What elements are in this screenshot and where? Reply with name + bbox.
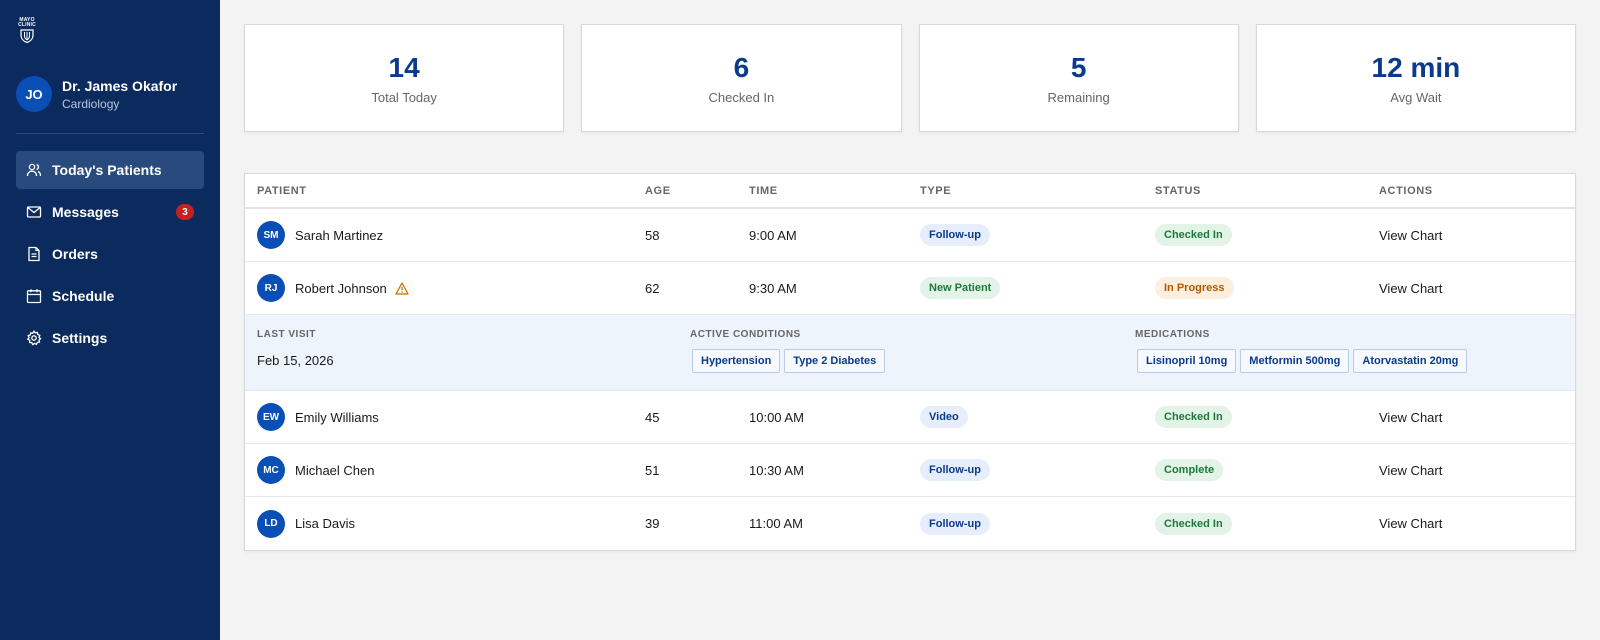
sidebar-item-label: Today's Patients <box>52 162 162 178</box>
medications-label: MEDICATIONS <box>1135 329 1210 340</box>
patient-name[interactable]: Michael Chen <box>295 463 375 478</box>
patient-name[interactable]: Emily Williams <box>295 410 379 425</box>
stat-value: 5 <box>1070 51 1087 83</box>
column-header-actions: ACTIONS <box>1379 184 1433 197</box>
messages-count-badge: 3 <box>176 204 194 220</box>
mail-icon <box>26 204 42 220</box>
visit-type-badge: Follow-up <box>920 459 990 481</box>
last-visit-date: Feb 15, 2026 <box>257 353 334 368</box>
view-chart-link[interactable]: View Chart <box>1379 516 1442 531</box>
visit-type-badge: Video <box>920 406 968 428</box>
patient-avatar: RJ <box>257 274 285 302</box>
medication-tag[interactable]: Metformin 500mg <box>1240 349 1350 373</box>
stat-card-avg-wait: 12 min Avg Wait <box>1255 24 1576 132</box>
warning-icon <box>395 281 409 295</box>
patient-detail-panel: LAST VISIT Feb 15, 2026 ACTIVE CONDITION… <box>245 315 1575 391</box>
patient-age: 62 <box>645 280 660 296</box>
appointment-time: 10:30 AM <box>749 462 804 478</box>
appointment-time: 9:30 AM <box>749 280 797 296</box>
patient-avatar: MC <box>257 456 285 484</box>
table-row[interactable]: SM Sarah Martinez 58 9:00 AM Follow-up C… <box>245 209 1575 262</box>
table-row[interactable]: MC Michael Chen 51 10:30 AM Follow-up Co… <box>245 444 1575 497</box>
stat-card-checked-in: 6 Checked In <box>581 24 902 132</box>
patient-age: 45 <box>645 409 660 425</box>
sidebar-item-orders[interactable]: Orders <box>16 235 204 273</box>
document-icon <box>26 246 42 262</box>
patient-age: 39 <box>645 516 660 531</box>
table-row[interactable]: RJ Robert Johnson 62 9:30 AM New Patient… <box>245 262 1575 315</box>
sidebar-item-todays-patients[interactable]: Today's Patients <box>16 151 204 189</box>
patient-avatar: EW <box>257 403 285 431</box>
view-chart-link[interactable]: View Chart <box>1379 281 1442 296</box>
shield-icon <box>20 29 34 43</box>
view-chart-link[interactable]: View Chart <box>1379 410 1442 425</box>
patients-table: PATIENT AGE TIME TYPE STATUS ACTIONS SM … <box>244 173 1576 551</box>
visit-type-badge: New Patient <box>920 277 1001 299</box>
stat-value: 6 <box>733 51 750 83</box>
patient-avatar: SM <box>257 221 285 249</box>
patient-name[interactable]: Lisa Davis <box>295 516 355 531</box>
status-badge: Complete <box>1155 459 1224 481</box>
column-header-patient[interactable]: PATIENT <box>245 185 645 197</box>
status-badge: Checked In <box>1155 224 1232 246</box>
patient-age: 58 <box>645 227 660 243</box>
sidebar-item-settings[interactable]: Settings <box>16 319 204 357</box>
appointment-time: 10:00 AM <box>749 409 804 425</box>
sidebar-item-label: Messages <box>52 204 119 220</box>
user-profile[interactable]: JO Dr. James Okafor Cardiology <box>16 76 177 112</box>
sidebar-item-label: Schedule <box>52 288 115 304</box>
stats-row: 14 Total Today 6 Checked In 5 Remaining … <box>244 24 1576 132</box>
status-badge: In Progress <box>1155 277 1234 299</box>
sidebar-item-schedule[interactable]: Schedule <box>16 277 204 315</box>
gear-icon <box>26 330 42 346</box>
column-header-time[interactable]: TIME <box>749 185 920 197</box>
stat-card-remaining: 5 Remaining <box>918 24 1239 132</box>
table-header: PATIENT AGE TIME TYPE STATUS ACTIONS <box>245 174 1575 209</box>
user-department: Cardiology <box>62 96 120 111</box>
status-badge: Checked In <box>1155 512 1232 535</box>
view-chart-link[interactable]: View Chart <box>1379 463 1442 478</box>
stat-value: 14 <box>388 51 420 83</box>
table-row[interactable]: LD Lisa Davis 39 11:00 AM Follow-up Chec… <box>245 497 1575 550</box>
visit-type-badge: Follow-up <box>920 224 990 246</box>
view-chart-link[interactable]: View Chart <box>1379 228 1442 243</box>
stat-card-total-today: 14 Total Today <box>244 24 565 132</box>
stat-label: Checked In <box>708 89 775 105</box>
medication-tag[interactable]: Lisinopril 10mg <box>1137 349 1237 373</box>
users-icon <box>26 162 42 178</box>
visit-type-badge: Follow-up <box>920 512 990 535</box>
patient-age: 51 <box>645 462 660 478</box>
sidebar-nav: Today's Patients Messages 3 Orders Sched… <box>16 151 204 361</box>
calendar-icon <box>26 288 42 304</box>
last-visit-label: LAST VISIT <box>257 329 316 340</box>
condition-tag[interactable]: Hypertension <box>692 349 781 373</box>
column-header-age[interactable]: AGE <box>645 185 749 197</box>
stat-label: Remaining <box>1047 89 1110 105</box>
logo-text: MAYO CLINIC <box>18 17 36 28</box>
stat-label: Total Today <box>371 89 437 105</box>
user-avatar: JO <box>16 76 52 112</box>
table-row[interactable]: EW Emily Williams 45 10:00 AM Video Chec… <box>245 391 1575 444</box>
stat-label: Avg Wait <box>1390 89 1442 105</box>
sidebar-divider <box>16 133 204 134</box>
stat-value: 12 min <box>1371 51 1461 83</box>
sidebar-item-label: Orders <box>52 246 98 262</box>
appointment-time: 9:00 AM <box>749 227 797 243</box>
patient-avatar: LD <box>257 509 285 538</box>
status-badge: Checked In <box>1155 406 1232 428</box>
appointment-time: 11:00 AM <box>749 516 803 531</box>
condition-tag[interactable]: Type 2 Diabetes <box>784 349 886 373</box>
medication-tag[interactable]: Atorvastatin 20mg <box>1353 349 1468 373</box>
sidebar: MAYO CLINIC JO Dr. James Okafor Cardiolog… <box>0 0 220 640</box>
sidebar-item-label: Settings <box>52 330 108 346</box>
user-name: Dr. James Okafor <box>62 77 178 94</box>
column-header-type[interactable]: TYPE <box>920 185 1155 197</box>
active-conditions-label: ACTIVE CONDITIONS <box>690 329 801 340</box>
sidebar-item-messages[interactable]: Messages 3 <box>16 193 204 231</box>
mayo-clinic-logo[interactable]: MAYO CLINIC <box>16 18 38 46</box>
column-header-status[interactable]: STATUS <box>1155 185 1379 197</box>
patient-name[interactable]: Sarah Martinez <box>295 228 383 243</box>
patient-name[interactable]: Robert Johnson <box>295 281 387 296</box>
